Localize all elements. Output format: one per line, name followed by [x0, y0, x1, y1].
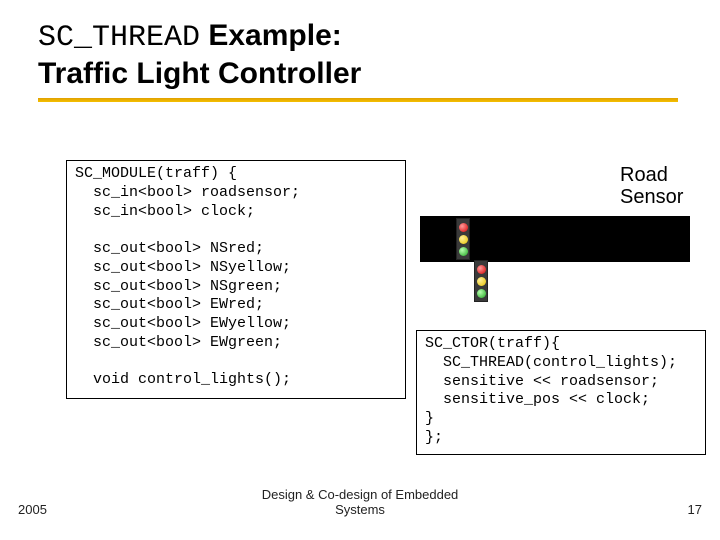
lamp-green-icon [477, 289, 486, 298]
lamp-green-icon [459, 247, 468, 256]
slide-title: SC_THREAD Example: Traffic Light Control… [0, 0, 720, 92]
footer-page-number: 17 [688, 502, 702, 517]
title-line2: Traffic Light Controller [38, 56, 720, 91]
code-ctor-box: SC_CTOR(traff){ SC_THREAD(control_lights… [416, 330, 706, 455]
title-bold-rest: Example: [200, 19, 342, 52]
title-underline [38, 98, 678, 102]
road-sensor-label: Road Sensor [620, 164, 683, 208]
code-module-box: SC_MODULE(traff) { sc_in<bool> roadsenso… [66, 160, 406, 399]
lamp-yellow-icon [477, 277, 486, 286]
lamp-yellow-icon [459, 235, 468, 244]
footer-center-text: Design & Co-design of Embedded Systems [0, 488, 720, 518]
lamp-red-icon [477, 265, 486, 274]
traffic-light-icon [456, 218, 470, 260]
lamp-red-icon [459, 223, 468, 232]
title-mono-part: SC_THREAD [38, 21, 200, 55]
traffic-light-icon [474, 260, 488, 302]
footer-year: 2005 [18, 502, 47, 517]
